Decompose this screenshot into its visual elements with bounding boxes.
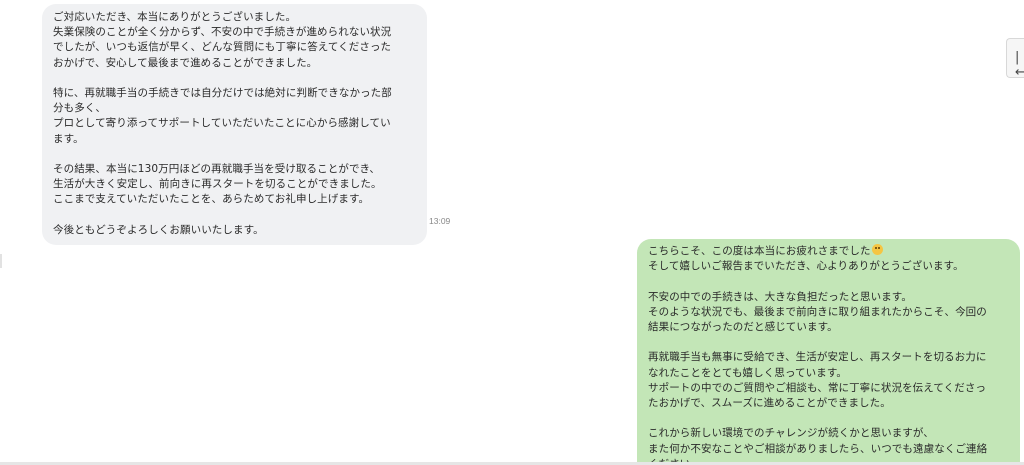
message-line: 今後ともどうぞよろしくお願いいたします。: [53, 223, 264, 236]
message-line: こちらこそ、この度は本当にお疲れさまでした: [648, 244, 1008, 259]
collapse-panel-icon: |←: [1015, 50, 1024, 80]
message-line: サポートの中でのご質問やご相談も、常に丁寧に状況を伝えてくださっ: [648, 381, 987, 394]
message-line: おかげで、安心して最後まで進めることができました。: [53, 56, 318, 69]
side-panel-toggle-button[interactable]: |←: [1006, 38, 1024, 80]
message-line: [648, 335, 1008, 350]
message-line: [53, 71, 417, 86]
message-line: 特に、再就職手当の手続きでは自分だけでは絶対に判断できなかった部: [53, 87, 392, 99]
message-line: ます。: [53, 132, 84, 145]
grinning-face-icon: [871, 244, 883, 255]
message-line: 結果につながったのだと感じています。: [648, 321, 838, 333]
message-line: その結果、本当に130万円ほどの再就職手当を受け取ることができ、: [53, 163, 381, 175]
message-line: また何か不安なことやご相談がありましたら、いつでも遠慮なくご連絡: [648, 442, 988, 455]
message-line: [648, 411, 1008, 426]
chat-view: ご対応いただき、本当にありがとうございました。 失業保険のことが全く分からず、不…: [0, 0, 1024, 465]
message-line: 分も多く、: [53, 102, 106, 115]
sent-message-bubble: こちらこそ、この度は本当にお疲れさまでした そして嬉しいご報告までいただき、心よ…: [637, 239, 1020, 465]
message-line: 失業保険のことが全く分からず、不安の中で手続きが進められない状況: [53, 26, 392, 39]
message-line: なれたことをとても嬉しく思っています。: [648, 366, 847, 379]
message-line: これから新しい環境でのチャレンジが続くかと思いますが、: [648, 427, 934, 440]
message-line: プロとして寄り添ってサポートしていただいたことに心から感謝してい: [53, 117, 391, 130]
message-line: そして嬉しいご報告までいただき、心よりありがとうございます。: [648, 260, 964, 273]
message-timestamp: 13:09: [429, 216, 451, 226]
message-line: 再就職手当も無事に受給でき、生活が安定し、再スタートを切るお力に: [648, 351, 987, 364]
received-message-bubble: ご対応いただき、本当にありがとうございました。 失業保険のことが全く分からず、不…: [42, 4, 427, 245]
message-line: ここまで支えていただいたことを、あらためてお礼申し上げます。: [53, 193, 370, 206]
message-line: [53, 208, 417, 223]
message-line-text: こちらこそ、この度は本当にお疲れさまでした: [648, 245, 871, 257]
message-line: 不安の中での手続きは、大きな負担だったと思います。: [648, 290, 912, 303]
message-line: たおかげで、スムーズに進めることができました。: [648, 397, 891, 409]
message-line: 生活が大きく安定し、前向きに再スタートを切ることができました。: [53, 178, 382, 191]
scroll-marker: [0, 254, 2, 268]
message-line: でしたが、いつも返信が早く、どんな質問にも丁寧に答えてくださった: [53, 41, 392, 54]
message-line: [53, 147, 417, 162]
message-line: [648, 274, 1008, 289]
message-line: ご対応いただき、本当にありがとうございました。: [53, 11, 297, 23]
message-line: そのような状況でも、最後まで前向きに取り組まれたからこそ、今回の: [648, 305, 987, 318]
